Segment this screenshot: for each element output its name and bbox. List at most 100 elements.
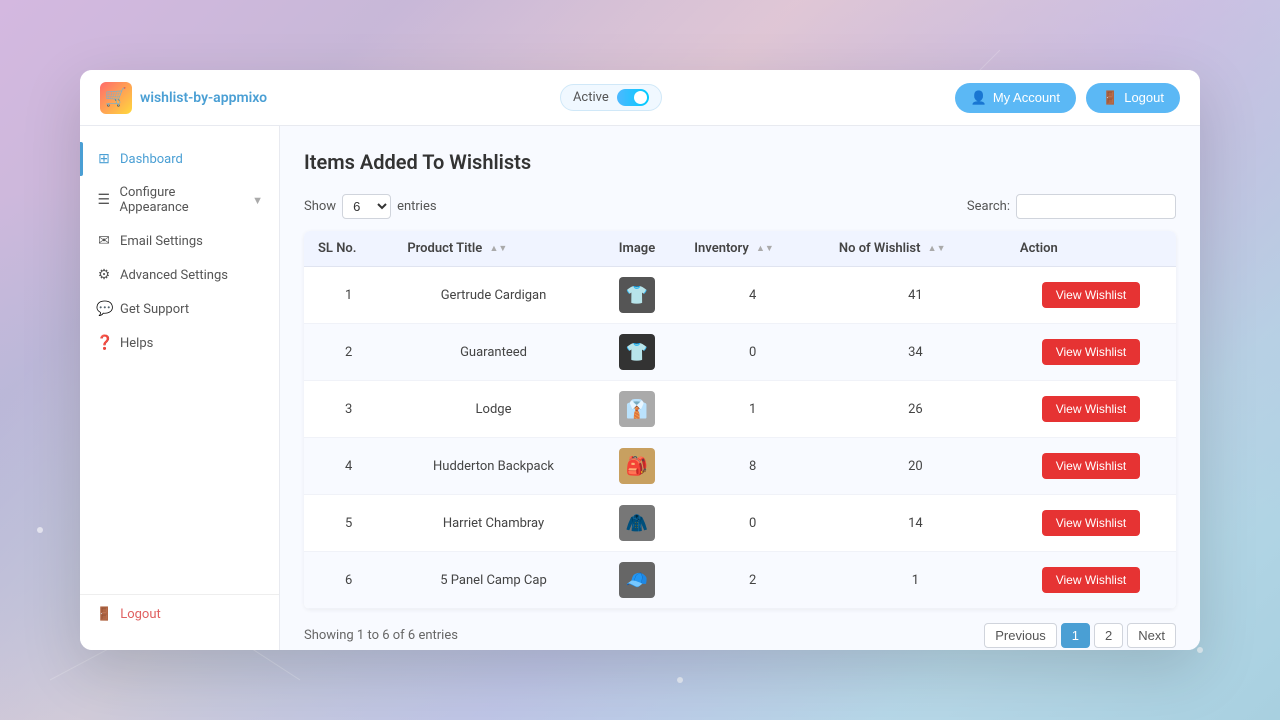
my-account-button[interactable]: 👤 My Account <box>955 83 1076 113</box>
table-row: 3 Lodge 👔 1 26 View Wishlist <box>304 381 1176 438</box>
sidebar-item-helps[interactable]: ❓ Helps <box>80 326 279 360</box>
product-image: 🧢 <box>619 562 655 598</box>
table-row: 5 Harriet Chambray 🧥 0 14 View Wishlist <box>304 495 1176 552</box>
account-icon: 👤 <box>971 90 987 106</box>
sidebar-label-configure: Configure Appearance <box>120 185 245 215</box>
cell-title: Harriet Chambray <box>393 495 593 552</box>
top-logout-button[interactable]: 🚪 Logout <box>1086 83 1180 113</box>
view-wishlist-button[interactable]: View Wishlist <box>1042 453 1140 479</box>
table-controls: Show 6 10 25 50 entries Search: <box>304 194 1176 219</box>
product-image: 👕 <box>619 277 655 313</box>
cell-wishlist-count: 14 <box>825 495 1006 552</box>
entries-select[interactable]: 6 10 25 50 <box>342 194 391 219</box>
next-page-button[interactable]: Next <box>1127 623 1176 648</box>
th-action: Action <box>1006 231 1176 267</box>
sidebar: ⊞ Dashboard ☰ Configure Appearance ▼ ✉ E… <box>80 126 280 650</box>
page-title: Items Added To Wishlists <box>304 150 1176 174</box>
logout-icon: 🚪 <box>1102 90 1118 106</box>
th-inventory: Inventory ▲▼ <box>680 231 825 267</box>
cell-sl: 2 <box>304 324 393 381</box>
view-wishlist-button[interactable]: View Wishlist <box>1042 510 1140 536</box>
sidebar-item-configure-appearance[interactable]: ☰ Configure Appearance ▼ <box>80 176 279 224</box>
active-toggle[interactable] <box>617 89 649 106</box>
settings-icon: ⚙ <box>96 267 112 283</box>
support-icon: 💬 <box>96 301 112 317</box>
sidebar-nav: ⊞ Dashboard ☰ Configure Appearance ▼ ✉ E… <box>80 142 279 594</box>
pagination-controls: Previous 1 2 Next <box>984 623 1176 648</box>
configure-icon: ☰ <box>96 192 112 208</box>
email-icon: ✉ <box>96 233 112 249</box>
top-bar: 🛒 wishlist-by-appmixo Active 👤 My Accoun… <box>80 70 1200 126</box>
cell-title: Lodge <box>393 381 593 438</box>
show-label: Show <box>304 199 336 214</box>
cell-wishlist-count: 20 <box>825 438 1006 495</box>
sidebar-logout-label: Logout <box>120 607 161 622</box>
show-entries: Show 6 10 25 50 entries <box>304 194 437 219</box>
product-image: 🧥 <box>619 505 655 541</box>
chevron-down-icon: ▼ <box>252 194 263 207</box>
product-image: 👕 <box>619 334 655 370</box>
cell-sl: 5 <box>304 495 393 552</box>
cell-inventory: 0 <box>680 495 825 552</box>
logo-area: 🛒 wishlist-by-appmixo <box>100 82 267 114</box>
sidebar-label-support: Get Support <box>120 302 189 317</box>
table-body: 1 Gertrude Cardigan 👕 4 41 View Wishlist… <box>304 267 1176 609</box>
sidebar-item-get-support[interactable]: 💬 Get Support <box>80 292 279 326</box>
cell-action: View Wishlist <box>1006 381 1176 438</box>
pagination-info: Showing 1 to 6 of 6 entries <box>304 628 458 643</box>
sidebar-item-advanced-settings[interactable]: ⚙ Advanced Settings <box>80 258 279 292</box>
cell-inventory: 1 <box>680 381 825 438</box>
app-name: wishlist-by-appmixo <box>140 90 267 106</box>
view-wishlist-button[interactable]: View Wishlist <box>1042 282 1140 308</box>
cell-wishlist-count: 26 <box>825 381 1006 438</box>
sidebar-label-email: Email Settings <box>120 234 203 249</box>
search-label: Search: <box>967 199 1010 214</box>
cell-inventory: 2 <box>680 552 825 609</box>
search-area: Search: <box>967 194 1176 219</box>
logout-sidebar-icon: 🚪 <box>96 607 112 622</box>
table-row: 2 Guaranteed 👕 0 34 View Wishlist <box>304 324 1176 381</box>
sort-icon-wishlist: ▲▼ <box>928 243 946 254</box>
cell-image: 👕 <box>594 324 681 381</box>
th-sl-no: SL No. <box>304 231 393 267</box>
sidebar-logout-button[interactable]: 🚪 Logout <box>80 594 279 634</box>
cell-action: View Wishlist <box>1006 324 1176 381</box>
active-badge: Active <box>560 84 662 111</box>
prev-page-button[interactable]: Previous <box>984 623 1057 648</box>
cell-inventory: 8 <box>680 438 825 495</box>
sidebar-label-dashboard: Dashboard <box>120 152 183 167</box>
items-table: SL No. Product Title ▲▼ Image Inventory … <box>304 231 1176 609</box>
page-2-button[interactable]: 2 <box>1094 623 1123 648</box>
view-wishlist-button[interactable]: View Wishlist <box>1042 567 1140 593</box>
active-label: Active <box>573 90 609 105</box>
cell-title: 5 Panel Camp Cap <box>393 552 593 609</box>
main-layout: ⊞ Dashboard ☰ Configure Appearance ▼ ✉ E… <box>80 126 1200 650</box>
cell-sl: 1 <box>304 267 393 324</box>
table-row: 1 Gertrude Cardigan 👕 4 41 View Wishlist <box>304 267 1176 324</box>
sidebar-item-dashboard[interactable]: ⊞ Dashboard <box>80 142 279 176</box>
cell-title: Guaranteed <box>393 324 593 381</box>
cell-image: 🧢 <box>594 552 681 609</box>
top-bar-actions: 👤 My Account 🚪 Logout <box>955 83 1180 113</box>
cell-image: 🧥 <box>594 495 681 552</box>
top-bar-center: Active <box>560 84 662 111</box>
sidebar-item-email-settings[interactable]: ✉ Email Settings <box>80 224 279 258</box>
cell-wishlist-count: 1 <box>825 552 1006 609</box>
sidebar-label-helps: Helps <box>120 336 153 351</box>
cell-image: 🎒 <box>594 438 681 495</box>
sidebar-label-advanced: Advanced Settings <box>120 268 228 283</box>
search-input[interactable] <box>1016 194 1176 219</box>
view-wishlist-button[interactable]: View Wishlist <box>1042 339 1140 365</box>
cell-action: View Wishlist <box>1006 552 1176 609</box>
cell-title: Hudderton Backpack <box>393 438 593 495</box>
entries-label: entries <box>397 199 437 214</box>
table-header-row: SL No. Product Title ▲▼ Image Inventory … <box>304 231 1176 267</box>
view-wishlist-button[interactable]: View Wishlist <box>1042 396 1140 422</box>
cell-sl: 3 <box>304 381 393 438</box>
cell-image: 👔 <box>594 381 681 438</box>
table-row: 6 5 Panel Camp Cap 🧢 2 1 View Wishlist <box>304 552 1176 609</box>
content-area: Items Added To Wishlists Show 6 10 25 50… <box>280 126 1200 650</box>
th-no-of-wishlist: No of Wishlist ▲▼ <box>825 231 1006 267</box>
page-1-button[interactable]: 1 <box>1061 623 1090 648</box>
th-product-title: Product Title ▲▼ <box>393 231 593 267</box>
